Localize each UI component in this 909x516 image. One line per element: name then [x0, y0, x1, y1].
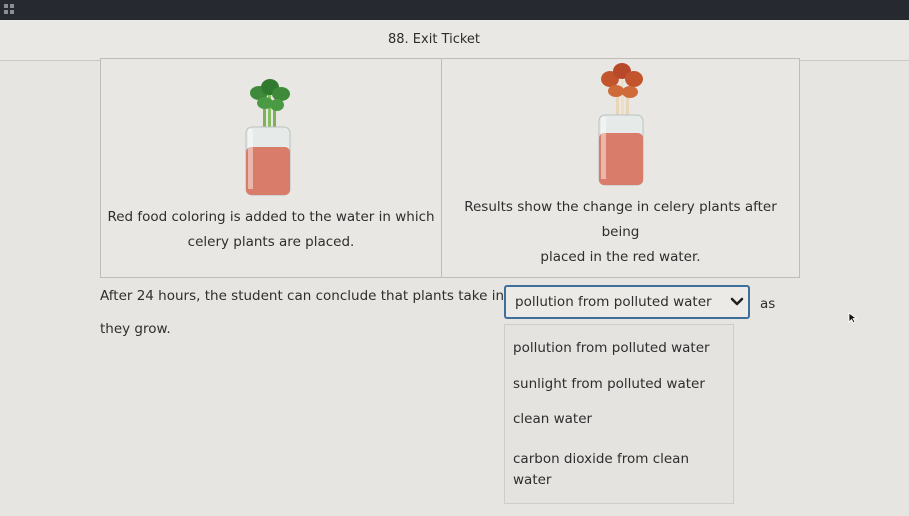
- left-caption: Red food coloring is added to the water …: [107, 209, 435, 250]
- cursor-icon: [848, 312, 858, 324]
- answer-dropdown-menu: pollution from polluted water sunlight f…: [504, 324, 734, 504]
- dropdown-option[interactable]: pollution from polluted water: [513, 338, 728, 359]
- right-caption-line-3: placed in the red water.: [540, 249, 701, 265]
- dropdown-option[interactable]: carbon dioxide from clean water: [513, 449, 728, 491]
- dropdown-option[interactable]: clean water: [513, 409, 728, 430]
- celery-jar-red-image: [598, 63, 644, 186]
- right-caption-line-1: Results show the change in celery plants…: [464, 199, 777, 215]
- celery-jar-green-image: [245, 79, 291, 196]
- answer-select[interactable]: pollution from polluted water: [504, 285, 750, 319]
- page-title: 88. Exit Ticket: [388, 32, 481, 47]
- table-cell-right: Results show the change in celery plants…: [442, 59, 799, 277]
- question-suffix: as: [760, 296, 776, 312]
- chevron-down-icon[interactable]: [730, 297, 744, 307]
- table-cell-left: Red food coloring is added to the water …: [101, 59, 442, 277]
- dropdown-option[interactable]: sunlight from polluted water: [513, 374, 728, 395]
- right-caption-line-2: being: [601, 224, 640, 240]
- question-line-2: they grow.: [100, 321, 171, 337]
- grid-icon[interactable]: [4, 4, 14, 14]
- right-caption: Results show the change in celery plants…: [442, 195, 799, 270]
- question-prefix: After 24 hours, the student can conclude…: [100, 288, 505, 304]
- image-table: Red food coloring is added to the water …: [100, 58, 800, 278]
- page-header: 88. Exit Ticket: [0, 20, 909, 61]
- system-top-bar: [0, 0, 909, 20]
- selected-answer: pollution from polluted water: [515, 294, 712, 310]
